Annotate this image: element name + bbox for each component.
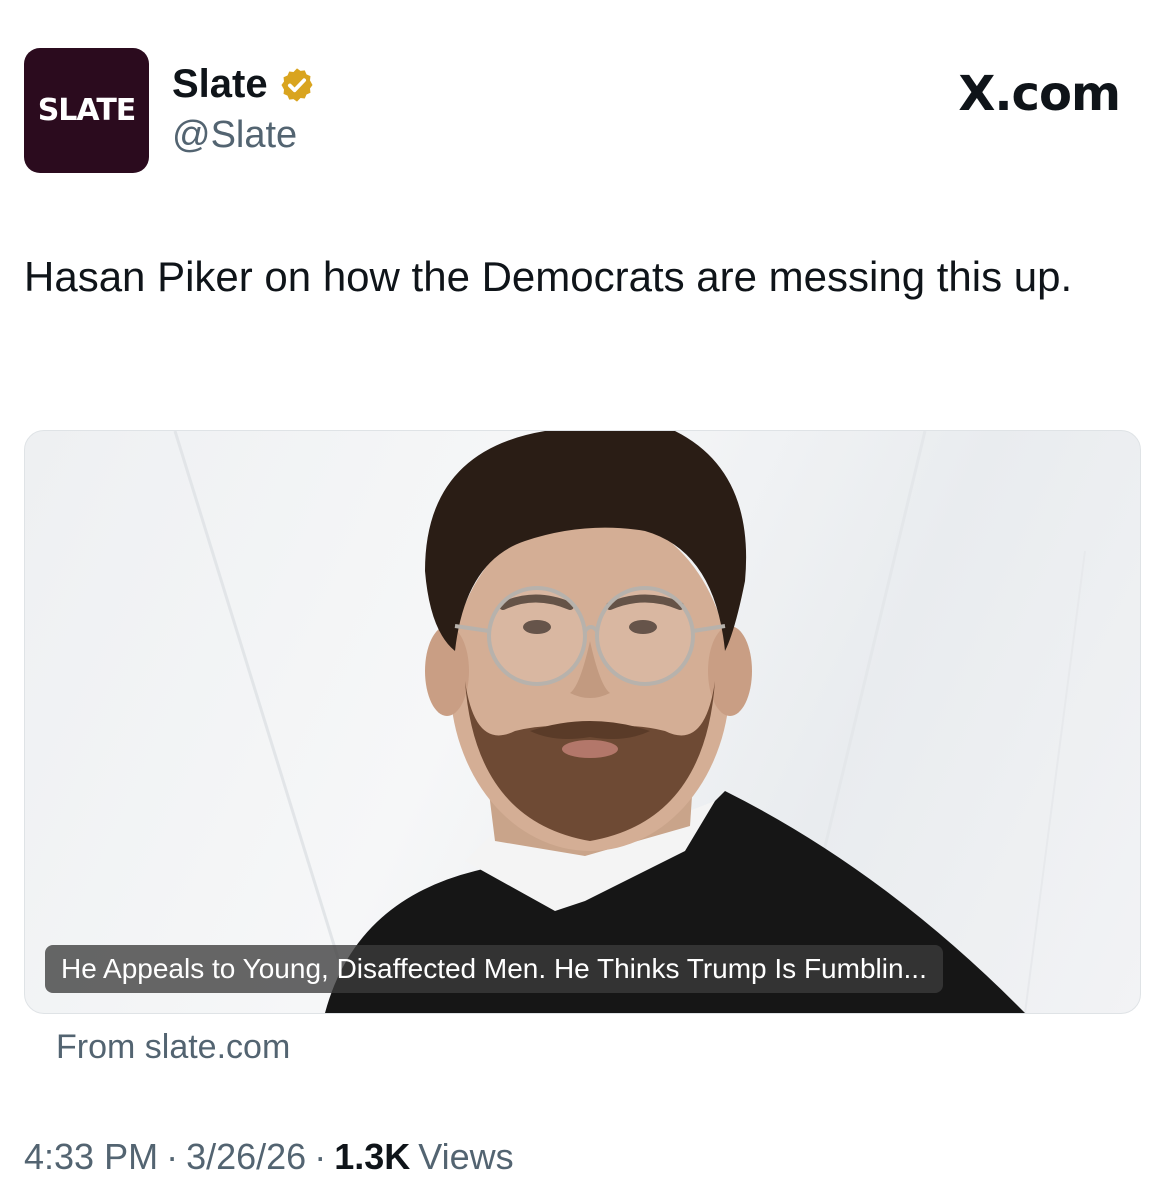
card-headline: He Appeals to Young, Disaffected Men. He… bbox=[45, 945, 943, 993]
meta-separator: · bbox=[166, 1136, 179, 1177]
author-name-row: Slate bbox=[172, 62, 316, 107]
author-handle[interactable]: @Slate bbox=[172, 114, 297, 157]
tweet-meta: 4:33 PM · 3/26/26 · 1.3K Views bbox=[24, 1136, 514, 1178]
tweet-date[interactable]: 3/26/26 bbox=[186, 1136, 306, 1178]
avatar[interactable]: SLATE bbox=[24, 48, 149, 173]
views-count: 1.3K bbox=[334, 1136, 411, 1177]
meta-separator: · bbox=[314, 1136, 327, 1177]
tweet-text: Hasan Piker on how the Democrats are mes… bbox=[24, 253, 1073, 300]
x-com-logo: X.com bbox=[958, 66, 1121, 122]
card-source-link[interactable]: From slate.com bbox=[56, 1028, 290, 1067]
views-label: Views bbox=[418, 1136, 514, 1177]
avatar-logo-text: SLATE bbox=[37, 93, 137, 128]
tweet-time[interactable]: 4:33 PM bbox=[24, 1136, 158, 1178]
link-card[interactable]: He Appeals to Young, Disaffected Men. He… bbox=[24, 430, 1141, 1014]
card-portrait-image bbox=[173, 431, 1086, 1013]
verified-badge-icon bbox=[278, 66, 316, 104]
author-display-name[interactable]: Slate bbox=[172, 62, 268, 107]
